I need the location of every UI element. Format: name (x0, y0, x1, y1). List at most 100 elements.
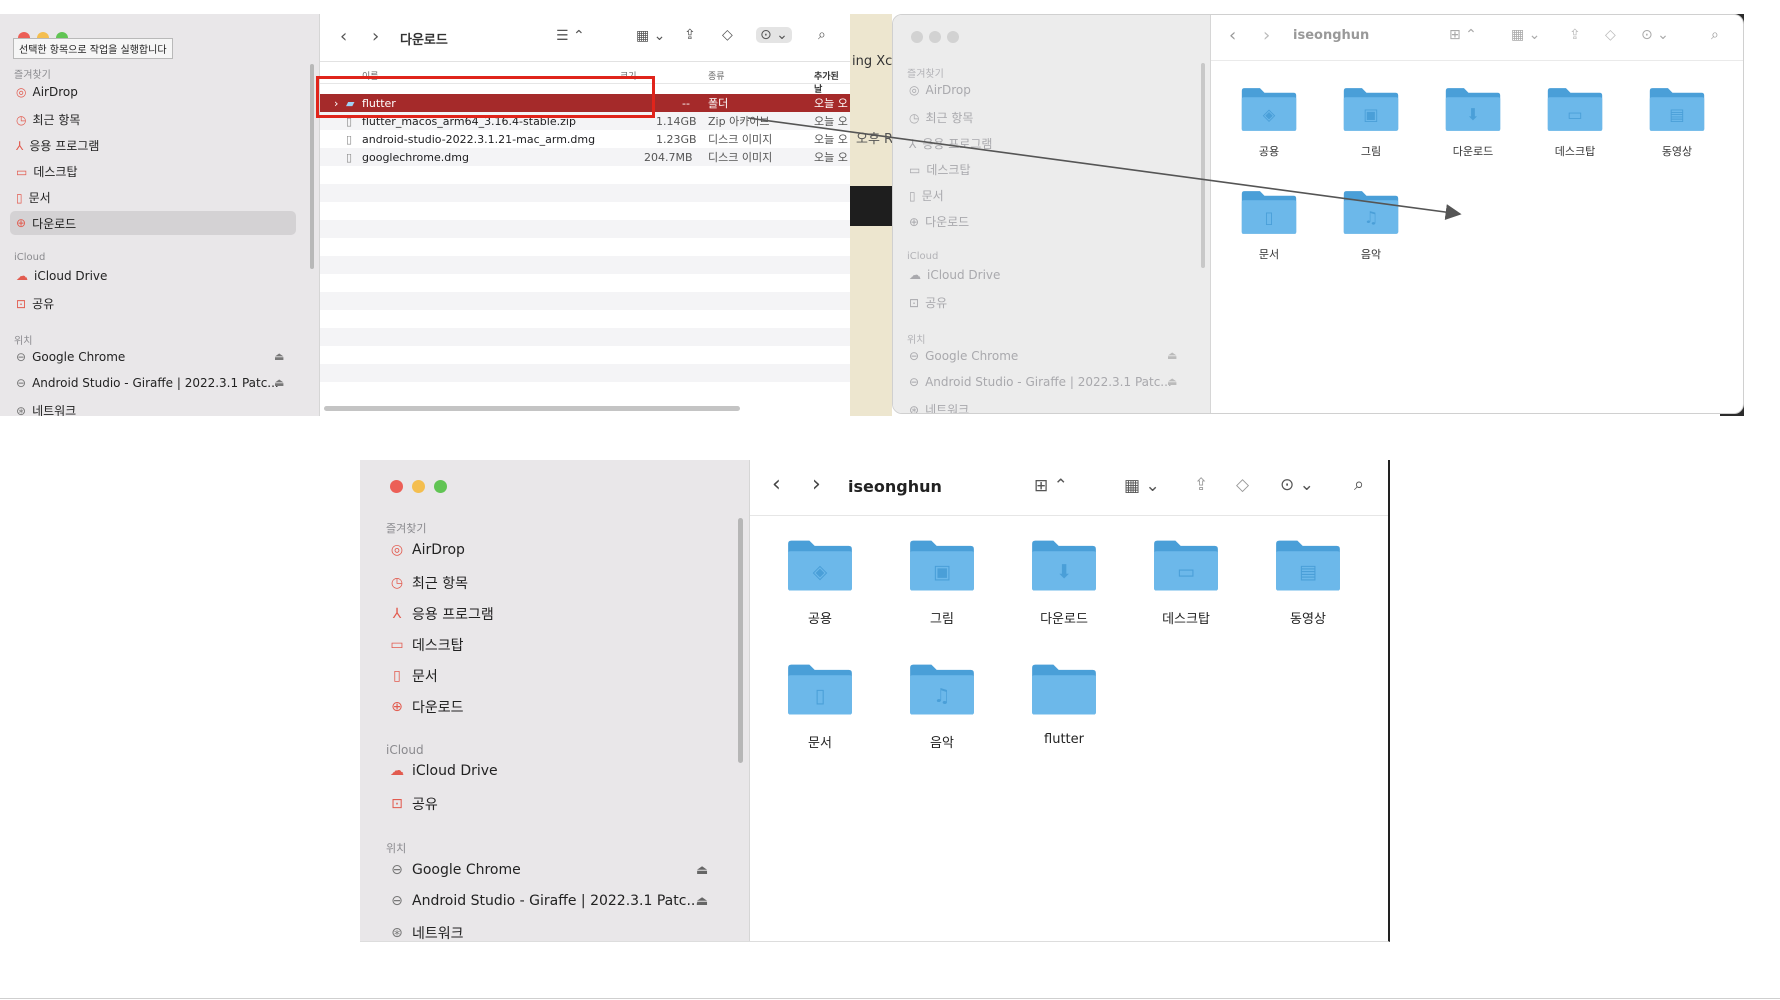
eject-icon[interactable]: ⏏ (274, 376, 284, 389)
more-icon[interactable]: ⊙ ⌄ (1280, 475, 1314, 495)
eject-icon[interactable]: ⏏ (1167, 375, 1177, 388)
tag-icon[interactable]: ◇ (722, 27, 733, 43)
sidebar-item-downloads[interactable]: ⊕ 다운로드 (10, 211, 296, 235)
sidebar-item-desktop[interactable]: ▭ 데스크탑 (16, 163, 78, 180)
sidebar-item-shared[interactable]: ⊡ 공유 (909, 294, 947, 311)
sidebar-item-icloud-drive[interactable]: ☁ iCloud Drive (388, 763, 498, 779)
forward-icon[interactable]: › (812, 472, 821, 497)
folder-item[interactable]: ▤ 동영상 (1637, 85, 1717, 159)
folder-label: 문서 (1258, 248, 1280, 261)
sidebar-item-android-studio[interactable]: ⊖ Android Studio - Giraffe | 2022.3.1 Pat… (16, 376, 279, 390)
folder-item[interactable]: ▭ 데스크탑 (1146, 536, 1226, 627)
sidebar-item-desktop[interactable]: ▭ 데스크탑 (909, 161, 971, 178)
sidebar-scrollbar[interactable] (1201, 63, 1205, 268)
sidebar-item-documents[interactable]: ▯ 문서 (16, 189, 51, 206)
folder-item[interactable]: ♫ 음악 (902, 660, 982, 751)
folder-item[interactable]: ▯ 문서 (1229, 188, 1309, 262)
eject-icon[interactable]: ⏏ (696, 863, 708, 878)
folder-item[interactable]: ▯ 문서 (780, 660, 860, 751)
search-icon[interactable]: ⌕ (818, 27, 826, 43)
horizontal-scrollbar[interactable] (324, 406, 740, 411)
column-kind[interactable]: 종류 (708, 69, 725, 82)
more-icon[interactable]: ⊙ ⌄ (1641, 27, 1669, 43)
sidebar-item-shared[interactable]: ⊡ 공유 (388, 794, 438, 814)
forward-icon[interactable]: › (1263, 25, 1270, 46)
share-icon[interactable]: ⇪ (1194, 475, 1208, 495)
folder-item[interactable]: ⬇ 다운로드 (1433, 85, 1513, 159)
sidebar-item-documents[interactable]: ▯ 문서 (388, 666, 438, 686)
sidebar-item-downloads[interactable]: ⊕ 다운로드 (909, 213, 969, 230)
sidebar-item-icloud-drive[interactable]: ☁ iCloud Drive (16, 269, 107, 283)
folder-item[interactable]: ♫ 음악 (1331, 188, 1411, 262)
sidebar-item-airdrop[interactable]: ◎ AirDrop (388, 542, 465, 558)
folder-item[interactable]: ▣ 그림 (1331, 85, 1411, 159)
folder-item[interactable]: ◈ 공용 (780, 536, 860, 627)
sidebar-item-label: Google Chrome (32, 350, 126, 364)
sidebar-item-recents[interactable]: ◷ 최근 항목 (16, 111, 80, 128)
folder-item[interactable]: flutter (1024, 660, 1104, 747)
sidebar-item-downloads[interactable]: ⊕ 다운로드 (388, 697, 463, 717)
file-name: googlechrome.dmg (362, 150, 469, 164)
sidebar-item-label: 네트워크 (925, 403, 970, 414)
tag-icon[interactable]: ◇ (1236, 475, 1249, 495)
sidebar-scrollbar[interactable] (310, 64, 314, 269)
zoom-button[interactable] (434, 480, 447, 493)
sidebar-item-documents[interactable]: ▯ 문서 (909, 187, 944, 204)
sidebar-item-applications[interactable]: ⅄ 응용 프로그램 (909, 135, 992, 152)
sidebar-item-applications[interactable]: ⅄ 응용 프로그램 (388, 604, 494, 624)
eject-icon[interactable]: ⏏ (1167, 349, 1177, 362)
sidebar-item-network[interactable]: ⊛ 네트워크 (388, 923, 463, 941)
sidebar-item-google-chrome[interactable]: ⊖ Google Chrome (16, 350, 125, 364)
share-icon[interactable]: ⇪ (684, 27, 696, 43)
folder-item[interactable]: ▤ 동영상 (1268, 536, 1348, 627)
sidebar-item-android-studio[interactable]: ⊖ Android Studio - Giraffe | 2022.3.1 Pat… (909, 375, 1172, 389)
group-icon[interactable]: ▦ ⌄ (1511, 27, 1540, 43)
zoom-button[interactable] (947, 31, 959, 43)
sidebar-item-recents[interactable]: ◷ 최근 항목 (388, 573, 468, 593)
sidebar-item-google-chrome[interactable]: ⊖ Google Chrome (909, 349, 1018, 363)
search-icon[interactable]: ⌕ (1711, 27, 1719, 43)
cloud-icon: ☁ (390, 763, 404, 779)
sidebar-item-airdrop[interactable]: ◎ AirDrop (16, 85, 78, 99)
sidebar-item-recents[interactable]: ◷ 최근 항목 (909, 109, 973, 126)
back-icon[interactable]: ‹ (1229, 25, 1236, 46)
sidebar-item-network[interactable]: ⊛ 네트워크 (16, 402, 76, 417)
sidebar-item-airdrop[interactable]: ◎ AirDrop (909, 83, 971, 97)
background-text: ing Xc (852, 54, 893, 69)
table-row[interactable]: ▯ googlechrome.dmg 204.7MB 디스크 이미지 오늘 오 (320, 148, 850, 166)
sidebar-item-shared[interactable]: ⊡ 공유 (16, 295, 54, 312)
eject-icon[interactable]: ⏏ (696, 894, 708, 909)
eject-icon[interactable]: ⏏ (274, 350, 284, 363)
minimize-button[interactable] (412, 480, 425, 493)
back-icon[interactable]: ‹ (772, 472, 781, 497)
sidebar-item-applications[interactable]: ⅄ 응용 프로그램 (16, 137, 99, 154)
sidebar-item-icloud-drive[interactable]: ☁ iCloud Drive (909, 268, 1000, 282)
back-icon[interactable]: ‹ (340, 26, 347, 47)
group-icon[interactable]: ▦ ⌄ (636, 28, 665, 44)
icon-view-icon[interactable]: ⊞ ⌃ (1449, 27, 1477, 43)
sidebar-item-network[interactable]: ⊛ 네트워크 (909, 401, 969, 414)
list-view-icon[interactable]: ☰ ⌃ (556, 28, 585, 44)
folder-item[interactable]: ⬇ 다운로드 (1024, 536, 1104, 627)
close-button[interactable] (911, 31, 923, 43)
sidebar-item-android-studio[interactable]: ⊖ Android Studio - Giraffe | 2022.3.1 Pat… (388, 893, 700, 909)
sidebar-item-google-chrome[interactable]: ⊖ Google Chrome (388, 862, 521, 878)
search-icon[interactable]: ⌕ (1354, 474, 1364, 495)
tag-icon[interactable]: ◇ (1605, 27, 1616, 43)
icon-view-icon[interactable]: ⊞ ⌃ (1034, 476, 1068, 496)
group-icon[interactable]: ▦ ⌄ (1124, 476, 1160, 496)
sidebar-scrollbar[interactable] (738, 518, 743, 763)
table-row[interactable]: ▯ android-studio-2022.3.1.21-mac_arm.dmg… (320, 130, 850, 148)
more-icon[interactable]: ⊙ ⌄ (756, 27, 792, 43)
folder-item[interactable]: ▭ 데스크탑 (1535, 85, 1615, 159)
icloud-label: iCloud (907, 251, 939, 262)
folder-item[interactable]: ◈ 공용 (1229, 85, 1309, 159)
folder-item[interactable]: ▣ 그림 (902, 536, 982, 627)
minimize-button[interactable] (929, 31, 941, 43)
locations-label: 위치 (14, 336, 33, 347)
sidebar-item-desktop[interactable]: ▭ 데스크탑 (388, 635, 463, 655)
close-button[interactable] (390, 480, 403, 493)
forward-icon[interactable]: › (372, 26, 379, 47)
column-added[interactable]: 추가된 날 (814, 69, 850, 95)
share-icon[interactable]: ⇪ (1569, 27, 1581, 43)
